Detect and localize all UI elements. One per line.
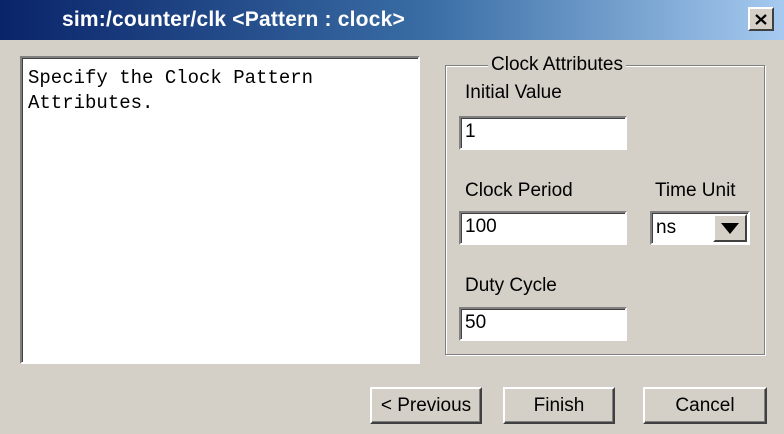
- duty-cycle-label: Duty Cycle: [465, 275, 557, 296]
- description-panel: Specify the Clock Pattern Attributes.: [20, 56, 420, 364]
- clock-attributes-title: Clock Attributes: [488, 54, 626, 76]
- triangle-down-icon: [721, 222, 739, 234]
- window-title: sim:/counter/clk <Pattern : clock>: [62, 8, 405, 31]
- duty-cycle-input[interactable]: 50: [459, 307, 627, 341]
- close-icon: [755, 13, 767, 25]
- initial-value-label: Initial Value: [465, 82, 562, 103]
- description-text: Specify the Clock Pattern Attributes.: [28, 67, 314, 114]
- finish-button[interactable]: Finish: [503, 387, 615, 424]
- time-unit-label: Time Unit: [655, 180, 736, 201]
- time-unit-select[interactable]: ns: [650, 211, 750, 245]
- clock-period-input[interactable]: 100: [459, 211, 627, 245]
- time-unit-dropdown-button[interactable]: [713, 214, 747, 242]
- cancel-button[interactable]: Cancel: [643, 387, 767, 424]
- initial-value-input[interactable]: 1: [459, 116, 627, 150]
- clock-period-label: Clock Period: [465, 180, 573, 201]
- pattern-dialog: sim:/counter/clk <Pattern : clock> Speci…: [0, 0, 784, 434]
- close-button[interactable]: [748, 7, 774, 31]
- title-bar[interactable]: sim:/counter/clk <Pattern : clock>: [0, 0, 784, 40]
- time-unit-value: ns: [656, 217, 677, 238]
- previous-button[interactable]: < Previous: [370, 387, 482, 424]
